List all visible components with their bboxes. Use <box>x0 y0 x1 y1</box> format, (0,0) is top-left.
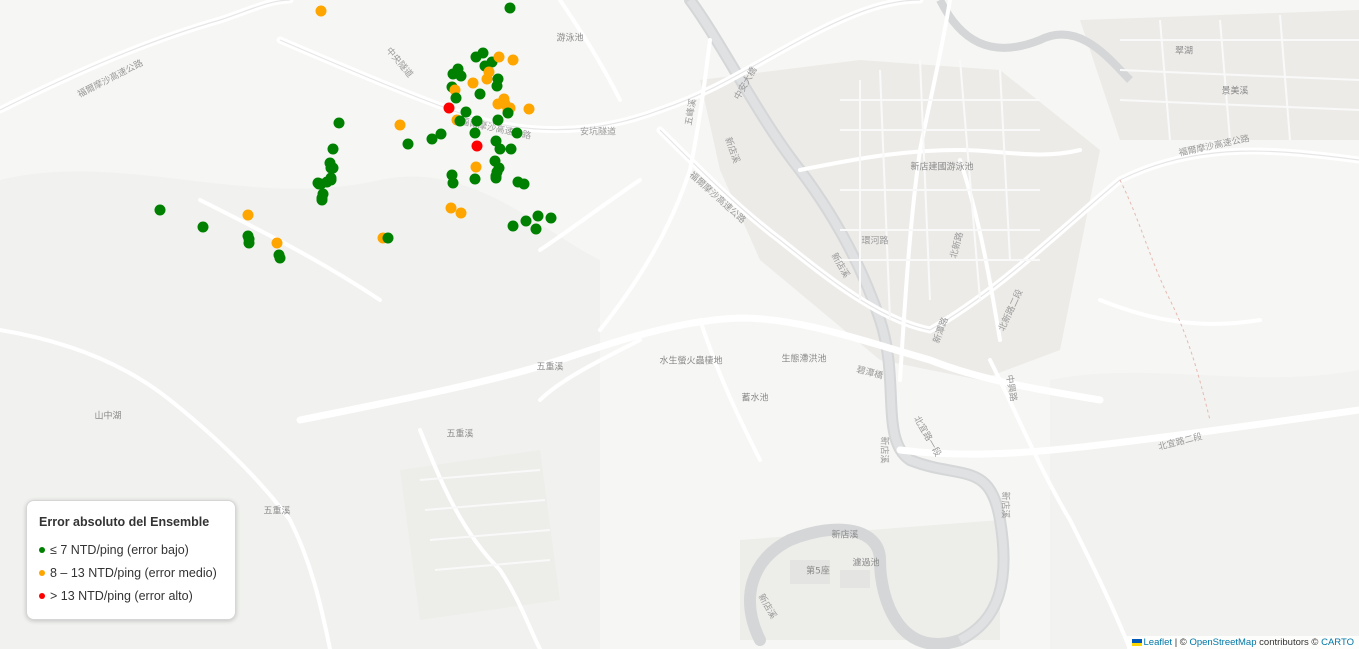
map-container[interactable]: 游泳池 山中湖 五重溪 五重溪 五重溪 水生螢火蟲棲地 生態滯洪池 蓄水池 新店… <box>0 0 1359 649</box>
marker-bajo[interactable] <box>327 143 339 155</box>
attribution: Leaflet | © OpenStreetMap contributors ©… <box>1126 636 1359 649</box>
marker-bajo[interactable] <box>474 88 486 100</box>
marker-bajo[interactable] <box>470 51 482 63</box>
marker-bajo[interactable] <box>154 204 166 216</box>
place-label: 生態滯洪池 <box>781 354 827 365</box>
road-label: 環河路 <box>861 236 889 247</box>
legend-item-bajo: ≤ 7 NTD/ping (error bajo) <box>39 538 223 561</box>
place-label: 新店建國游泳池 <box>910 162 974 173</box>
marker-bajo[interactable] <box>490 172 502 184</box>
marker-bajo[interactable] <box>469 173 481 185</box>
marker-medio[interactable] <box>470 161 482 173</box>
marker-bajo[interactable] <box>197 221 209 233</box>
marker-bajo[interactable] <box>243 237 255 249</box>
legend-label: ≤ 7 NTD/ping (error bajo) <box>50 542 189 557</box>
marker-medio[interactable] <box>493 51 505 63</box>
red-dot-icon <box>39 592 45 599</box>
marker-bajo[interactable] <box>504 2 516 14</box>
marker-bajo[interactable] <box>274 252 286 264</box>
orange-dot-icon <box>39 569 45 576</box>
marker-bajo[interactable] <box>426 133 438 145</box>
legend-title: Error absoluto del Ensemble <box>39 515 210 529</box>
marker-medio[interactable] <box>523 103 535 115</box>
marker-bajo[interactable] <box>530 223 542 235</box>
legend-item-medio: 8 – 13 NTD/ping (error medio) <box>39 561 223 584</box>
marker-medio[interactable] <box>467 77 479 89</box>
marker-bajo[interactable] <box>447 177 459 189</box>
marker-bajo[interactable] <box>382 232 394 244</box>
marker-bajo[interactable] <box>455 70 467 82</box>
marker-alto[interactable] <box>471 140 483 152</box>
marker-bajo[interactable] <box>333 117 345 129</box>
marker-bajo[interactable] <box>450 92 462 104</box>
marker-bajo[interactable] <box>492 114 504 126</box>
road-label: 新店溪 <box>999 491 1010 519</box>
osm-link[interactable]: OpenStreetMap <box>1189 637 1256 648</box>
marker-medio[interactable] <box>315 5 327 17</box>
place-label: 游泳池 <box>556 33 584 44</box>
marker-medio[interactable] <box>483 66 495 78</box>
marker-bajo[interactable] <box>491 80 503 92</box>
marker-bajo[interactable] <box>316 194 328 206</box>
place-label: 景美溪 <box>1221 86 1249 97</box>
marker-bajo[interactable] <box>505 143 517 155</box>
place-label: 第5座 <box>806 566 830 577</box>
marker-bajo[interactable] <box>402 138 414 150</box>
marker-medio[interactable] <box>271 237 283 249</box>
marker-bajo[interactable] <box>518 178 530 190</box>
legend-label: > 13 NTD/ping (error alto) <box>50 588 193 603</box>
marker-bajo[interactable] <box>471 115 483 127</box>
place-label: 濾過池 <box>852 558 880 569</box>
marker-bajo[interactable] <box>507 220 519 232</box>
ukraine-flag-icon <box>1131 639 1142 646</box>
marker-bajo[interactable] <box>545 212 557 224</box>
place-label: 新店溪 <box>831 530 859 541</box>
marker-bajo[interactable] <box>502 107 514 119</box>
marker-bajo[interactable] <box>494 143 506 155</box>
green-dot-icon <box>39 546 45 553</box>
road-label: 新店溪 <box>878 436 889 464</box>
place-label: 五重溪 <box>446 429 474 440</box>
carto-link[interactable]: CARTO <box>1321 637 1354 648</box>
marker-medio[interactable] <box>507 54 519 66</box>
legend-item-alto: > 13 NTD/ping (error alto) <box>39 584 223 607</box>
marker-alto[interactable] <box>443 102 455 114</box>
marker-medio[interactable] <box>455 207 467 219</box>
marker-medio[interactable] <box>242 209 254 221</box>
attribution-sep: | © <box>1174 637 1187 648</box>
marker-bajo[interactable] <box>511 127 523 139</box>
marker-bajo[interactable] <box>454 115 466 127</box>
marker-bajo[interactable] <box>520 215 532 227</box>
place-label: 五重溪 <box>263 506 291 517</box>
marker-bajo[interactable] <box>532 210 544 222</box>
place-label: 蓄水池 <box>741 393 769 404</box>
marker-bajo[interactable] <box>469 127 481 139</box>
attribution-contributors: contributors © <box>1259 637 1319 648</box>
marker-medio[interactable] <box>394 119 406 131</box>
road-label: 安坑隧道 <box>579 127 617 138</box>
place-label: 水生螢火蟲棲地 <box>659 356 723 367</box>
place-label: 山中湖 <box>94 411 122 422</box>
leaflet-link[interactable]: Leaflet <box>1144 637 1173 648</box>
place-label: 五重溪 <box>536 362 564 373</box>
legend: Error absoluto del Ensemble ≤ 7 NTD/ping… <box>26 500 236 620</box>
legend-label: 8 – 13 NTD/ping (error medio) <box>50 565 217 580</box>
place-label: 翠湖 <box>1174 46 1194 57</box>
